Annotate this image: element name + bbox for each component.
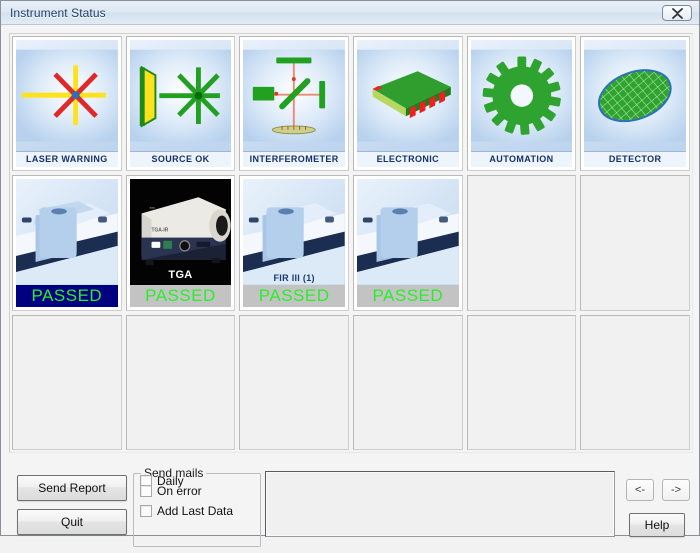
status-icon-card: INTERFEROMETER <box>240 37 348 171</box>
instrument-grid-panel: LASER WARNING SOURCE OK INTERFEROMETER E… <box>9 33 693 453</box>
status-icon-caption: SOURCE OK <box>129 151 232 168</box>
add-last-data-label: Add Last Data <box>157 504 234 518</box>
empty-cell-1[interactable] <box>12 314 122 450</box>
svg-text:····: ···· <box>84 249 91 254</box>
empty-cell-5[interactable] <box>466 314 577 450</box>
circuit-board-icon <box>356 40 459 152</box>
status-icon-caption: LASER WARNING <box>16 151 118 168</box>
close-x-icon <box>671 7 684 19</box>
checkbox-row-add-last-data[interactable]: Add Last Data <box>140 504 233 518</box>
on-error-label: On error <box>157 484 202 498</box>
instrument-overlabel: TGA <box>168 268 193 281</box>
status-icon-card: SOURCE OK <box>126 37 235 171</box>
status-label: PASSED <box>243 284 345 307</box>
laser-beam-starburst-icon <box>16 40 118 152</box>
instrument-card: PASSED <box>353 176 462 310</box>
empty-cell-4[interactable] <box>352 314 463 450</box>
next-page-button[interactable]: -> <box>662 479 690 501</box>
instrument-card: FIR III (1) PASSED <box>240 176 348 310</box>
spectrometer-photo: FIR III (1) <box>243 179 345 285</box>
spectrometer-photo: ···· <box>16 179 118 285</box>
svg-text:TGA-IR: TGA-IR <box>151 228 168 234</box>
client-area: LASER WARNING SOURCE OK INTERFEROMETER E… <box>1 25 699 547</box>
instrument-overlabel: FIR III (1) <box>273 272 315 283</box>
spectrometer-photo <box>356 179 459 285</box>
checkbox-row-on-error[interactable]: On error <box>140 484 202 498</box>
status-icon-caption: INTERFEROMETER <box>243 151 345 168</box>
status-icon-card: AUTOMATION <box>467 37 576 171</box>
status-icon-cell-electronic[interactable]: ELECTRONIC <box>352 36 463 172</box>
status-icon-cell-laser-warning[interactable]: LASER WARNING <box>12 36 122 172</box>
michelson-interferometer-icon <box>243 40 345 152</box>
status-icon-cell-detector[interactable]: DETECTOR <box>580 36 690 172</box>
status-icon-caption: AUTOMATION <box>470 151 573 168</box>
previous-page-button[interactable]: <- <box>626 479 654 501</box>
quit-button[interactable]: Quit <box>17 509 127 535</box>
window-title: Instrument Status <box>10 5 106 20</box>
status-icon-card: ELECTRONIC <box>353 37 462 171</box>
instrument-grid: LASER WARNING SOURCE OK INTERFEROMETER E… <box>12 36 690 450</box>
gear-icon <box>470 40 573 152</box>
bottom-toolbar: Send Report Quit Send mails Daily On err… <box>9 461 693 553</box>
title-bar: Instrument Status <box>1 1 699 25</box>
empty-cell-6[interactable] <box>580 314 690 450</box>
instrument-cell-5-empty[interactable] <box>466 175 577 311</box>
status-icon-cell-automation[interactable]: AUTOMATION <box>466 36 577 172</box>
svg-text:▪▪▪: ▪▪▪ <box>149 207 154 212</box>
status-icon-card: LASER WARNING <box>13 37 121 171</box>
empty-cell-2[interactable] <box>125 314 236 450</box>
instrument-cell-3[interactable]: FIR III (1) PASSED <box>239 175 349 311</box>
tga-instrument-photo: ▪▪▪ TGA-IR TGA <box>129 179 232 285</box>
close-button[interactable] <box>662 5 692 21</box>
status-icon-caption: DETECTOR <box>584 151 686 168</box>
instrument-card: ···· PASSED <box>13 176 121 310</box>
instrument-cell-4[interactable]: PASSED <box>352 175 463 311</box>
status-icon-caption: ELECTRONIC <box>356 151 459 168</box>
instrument-cell-1[interactable]: ···· PASSED <box>12 175 122 311</box>
status-label: PASSED <box>129 284 232 307</box>
instrument-status-window: Instrument Status LASER WARNING SOURCE O… <box>0 0 700 547</box>
source-aperture-starburst-icon <box>129 40 232 152</box>
instrument-cell-6-empty[interactable] <box>580 175 690 311</box>
status-icon-cell-interferometer[interactable]: INTERFEROMETER <box>239 36 349 172</box>
add-last-data-checkbox[interactable] <box>140 505 152 517</box>
status-label: PASSED <box>356 284 459 307</box>
log-textbox[interactable] <box>265 471 615 537</box>
empty-cell-3[interactable] <box>239 314 349 450</box>
on-error-checkbox[interactable] <box>140 485 152 497</box>
send-report-button[interactable]: Send Report <box>17 475 127 501</box>
status-icon-cell-source-ok[interactable]: SOURCE OK <box>125 36 236 172</box>
status-label: PASSED <box>16 284 118 307</box>
help-button[interactable]: Help <box>629 513 685 537</box>
instrument-card: ▪▪▪ TGA-IR TGA PASSED <box>126 176 235 310</box>
status-icon-card: DETECTOR <box>581 37 689 171</box>
mesh-ellipse-detector-icon <box>584 40 686 152</box>
instrument-cell-2[interactable]: ▪▪▪ TGA-IR TGA PASSED <box>125 175 236 311</box>
